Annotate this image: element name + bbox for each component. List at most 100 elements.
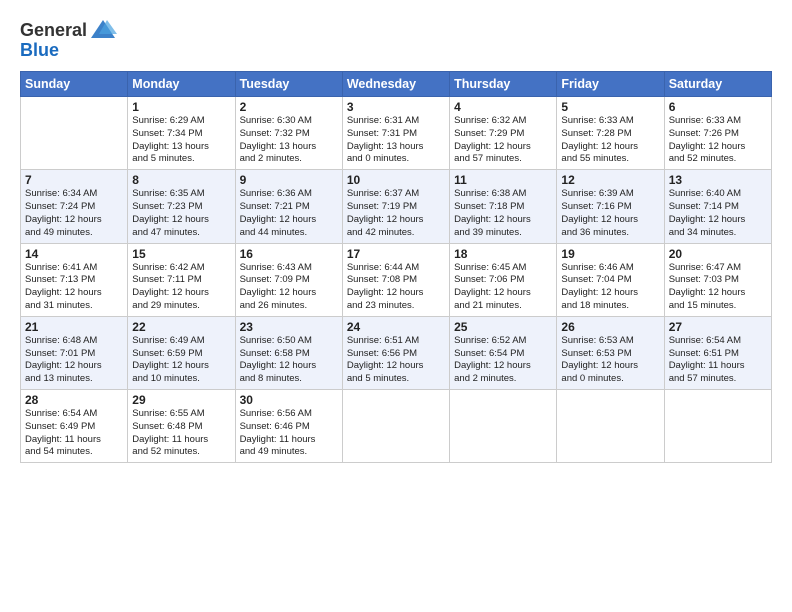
day-info: Sunrise: 6:32 AM Sunset: 7:29 PM Dayligh…	[454, 115, 552, 166]
day-cell: 20Sunrise: 6:47 AM Sunset: 7:03 PM Dayli…	[664, 243, 771, 316]
day-number: 12	[561, 173, 659, 187]
day-number: 2	[240, 100, 338, 114]
day-cell: 11Sunrise: 6:38 AM Sunset: 7:18 PM Dayli…	[450, 170, 557, 243]
day-cell: 9Sunrise: 6:36 AM Sunset: 7:21 PM Daylig…	[235, 170, 342, 243]
weekday-header-monday: Monday	[128, 72, 235, 97]
day-cell: 6Sunrise: 6:33 AM Sunset: 7:26 PM Daylig…	[664, 97, 771, 170]
day-info: Sunrise: 6:52 AM Sunset: 6:54 PM Dayligh…	[454, 335, 552, 386]
day-cell: 17Sunrise: 6:44 AM Sunset: 7:08 PM Dayli…	[342, 243, 449, 316]
day-cell	[450, 390, 557, 463]
day-info: Sunrise: 6:31 AM Sunset: 7:31 PM Dayligh…	[347, 115, 445, 166]
calendar-table: SundayMondayTuesdayWednesdayThursdayFrid…	[20, 71, 772, 463]
day-number: 4	[454, 100, 552, 114]
day-number: 16	[240, 247, 338, 261]
day-info: Sunrise: 6:44 AM Sunset: 7:08 PM Dayligh…	[347, 262, 445, 313]
day-info: Sunrise: 6:43 AM Sunset: 7:09 PM Dayligh…	[240, 262, 338, 313]
day-info: Sunrise: 6:33 AM Sunset: 7:26 PM Dayligh…	[669, 115, 767, 166]
day-info: Sunrise: 6:56 AM Sunset: 6:46 PM Dayligh…	[240, 408, 338, 459]
weekday-header-row: SundayMondayTuesdayWednesdayThursdayFrid…	[21, 72, 772, 97]
day-info: Sunrise: 6:35 AM Sunset: 7:23 PM Dayligh…	[132, 188, 230, 239]
day-cell: 4Sunrise: 6:32 AM Sunset: 7:29 PM Daylig…	[450, 97, 557, 170]
day-info: Sunrise: 6:50 AM Sunset: 6:58 PM Dayligh…	[240, 335, 338, 386]
weekday-header-saturday: Saturday	[664, 72, 771, 97]
day-number: 24	[347, 320, 445, 334]
day-cell: 10Sunrise: 6:37 AM Sunset: 7:19 PM Dayli…	[342, 170, 449, 243]
day-cell: 5Sunrise: 6:33 AM Sunset: 7:28 PM Daylig…	[557, 97, 664, 170]
day-cell: 1Sunrise: 6:29 AM Sunset: 7:34 PM Daylig…	[128, 97, 235, 170]
day-number: 18	[454, 247, 552, 261]
day-cell: 21Sunrise: 6:48 AM Sunset: 7:01 PM Dayli…	[21, 316, 128, 389]
day-info: Sunrise: 6:29 AM Sunset: 7:34 PM Dayligh…	[132, 115, 230, 166]
day-number: 9	[240, 173, 338, 187]
day-number: 5	[561, 100, 659, 114]
day-number: 3	[347, 100, 445, 114]
day-cell: 13Sunrise: 6:40 AM Sunset: 7:14 PM Dayli…	[664, 170, 771, 243]
weekday-header-thursday: Thursday	[450, 72, 557, 97]
day-info: Sunrise: 6:34 AM Sunset: 7:24 PM Dayligh…	[25, 188, 123, 239]
day-cell: 18Sunrise: 6:45 AM Sunset: 7:06 PM Dayli…	[450, 243, 557, 316]
logo-general: General	[20, 20, 87, 41]
day-number: 22	[132, 320, 230, 334]
day-number: 20	[669, 247, 767, 261]
logo-icon	[89, 16, 117, 44]
page: General Blue SundayMondayTuesdayWednesda…	[0, 0, 792, 612]
day-number: 30	[240, 393, 338, 407]
day-info: Sunrise: 6:37 AM Sunset: 7:19 PM Dayligh…	[347, 188, 445, 239]
weekday-header-sunday: Sunday	[21, 72, 128, 97]
day-info: Sunrise: 6:53 AM Sunset: 6:53 PM Dayligh…	[561, 335, 659, 386]
day-info: Sunrise: 6:54 AM Sunset: 6:49 PM Dayligh…	[25, 408, 123, 459]
week-row-4: 21Sunrise: 6:48 AM Sunset: 7:01 PM Dayli…	[21, 316, 772, 389]
day-info: Sunrise: 6:30 AM Sunset: 7:32 PM Dayligh…	[240, 115, 338, 166]
day-info: Sunrise: 6:51 AM Sunset: 6:56 PM Dayligh…	[347, 335, 445, 386]
day-cell: 7Sunrise: 6:34 AM Sunset: 7:24 PM Daylig…	[21, 170, 128, 243]
day-cell: 28Sunrise: 6:54 AM Sunset: 6:49 PM Dayli…	[21, 390, 128, 463]
day-cell: 27Sunrise: 6:54 AM Sunset: 6:51 PM Dayli…	[664, 316, 771, 389]
week-row-3: 14Sunrise: 6:41 AM Sunset: 7:13 PM Dayli…	[21, 243, 772, 316]
day-info: Sunrise: 6:46 AM Sunset: 7:04 PM Dayligh…	[561, 262, 659, 313]
day-info: Sunrise: 6:47 AM Sunset: 7:03 PM Dayligh…	[669, 262, 767, 313]
day-info: Sunrise: 6:38 AM Sunset: 7:18 PM Dayligh…	[454, 188, 552, 239]
day-number: 25	[454, 320, 552, 334]
day-cell: 26Sunrise: 6:53 AM Sunset: 6:53 PM Dayli…	[557, 316, 664, 389]
day-info: Sunrise: 6:40 AM Sunset: 7:14 PM Dayligh…	[669, 188, 767, 239]
day-cell: 3Sunrise: 6:31 AM Sunset: 7:31 PM Daylig…	[342, 97, 449, 170]
day-info: Sunrise: 6:39 AM Sunset: 7:16 PM Dayligh…	[561, 188, 659, 239]
day-cell: 30Sunrise: 6:56 AM Sunset: 6:46 PM Dayli…	[235, 390, 342, 463]
day-number: 15	[132, 247, 230, 261]
day-info: Sunrise: 6:42 AM Sunset: 7:11 PM Dayligh…	[132, 262, 230, 313]
day-number: 13	[669, 173, 767, 187]
day-cell: 23Sunrise: 6:50 AM Sunset: 6:58 PM Dayli…	[235, 316, 342, 389]
day-cell	[557, 390, 664, 463]
week-row-1: 1Sunrise: 6:29 AM Sunset: 7:34 PM Daylig…	[21, 97, 772, 170]
day-cell: 8Sunrise: 6:35 AM Sunset: 7:23 PM Daylig…	[128, 170, 235, 243]
day-number: 23	[240, 320, 338, 334]
day-number: 29	[132, 393, 230, 407]
day-info: Sunrise: 6:41 AM Sunset: 7:13 PM Dayligh…	[25, 262, 123, 313]
day-number: 26	[561, 320, 659, 334]
day-number: 27	[669, 320, 767, 334]
day-info: Sunrise: 6:54 AM Sunset: 6:51 PM Dayligh…	[669, 335, 767, 386]
day-number: 6	[669, 100, 767, 114]
day-number: 17	[347, 247, 445, 261]
day-cell	[21, 97, 128, 170]
day-cell: 29Sunrise: 6:55 AM Sunset: 6:48 PM Dayli…	[128, 390, 235, 463]
day-cell: 19Sunrise: 6:46 AM Sunset: 7:04 PM Dayli…	[557, 243, 664, 316]
week-row-2: 7Sunrise: 6:34 AM Sunset: 7:24 PM Daylig…	[21, 170, 772, 243]
day-cell: 16Sunrise: 6:43 AM Sunset: 7:09 PM Dayli…	[235, 243, 342, 316]
day-number: 11	[454, 173, 552, 187]
day-cell: 15Sunrise: 6:42 AM Sunset: 7:11 PM Dayli…	[128, 243, 235, 316]
day-cell: 22Sunrise: 6:49 AM Sunset: 6:59 PM Dayli…	[128, 316, 235, 389]
day-number: 1	[132, 100, 230, 114]
day-number: 8	[132, 173, 230, 187]
day-info: Sunrise: 6:48 AM Sunset: 7:01 PM Dayligh…	[25, 335, 123, 386]
day-number: 7	[25, 173, 123, 187]
day-number: 14	[25, 247, 123, 261]
weekday-header-tuesday: Tuesday	[235, 72, 342, 97]
day-cell: 2Sunrise: 6:30 AM Sunset: 7:32 PM Daylig…	[235, 97, 342, 170]
day-cell: 12Sunrise: 6:39 AM Sunset: 7:16 PM Dayli…	[557, 170, 664, 243]
week-row-5: 28Sunrise: 6:54 AM Sunset: 6:49 PM Dayli…	[21, 390, 772, 463]
day-cell: 14Sunrise: 6:41 AM Sunset: 7:13 PM Dayli…	[21, 243, 128, 316]
day-cell: 25Sunrise: 6:52 AM Sunset: 6:54 PM Dayli…	[450, 316, 557, 389]
day-number: 21	[25, 320, 123, 334]
day-number: 19	[561, 247, 659, 261]
